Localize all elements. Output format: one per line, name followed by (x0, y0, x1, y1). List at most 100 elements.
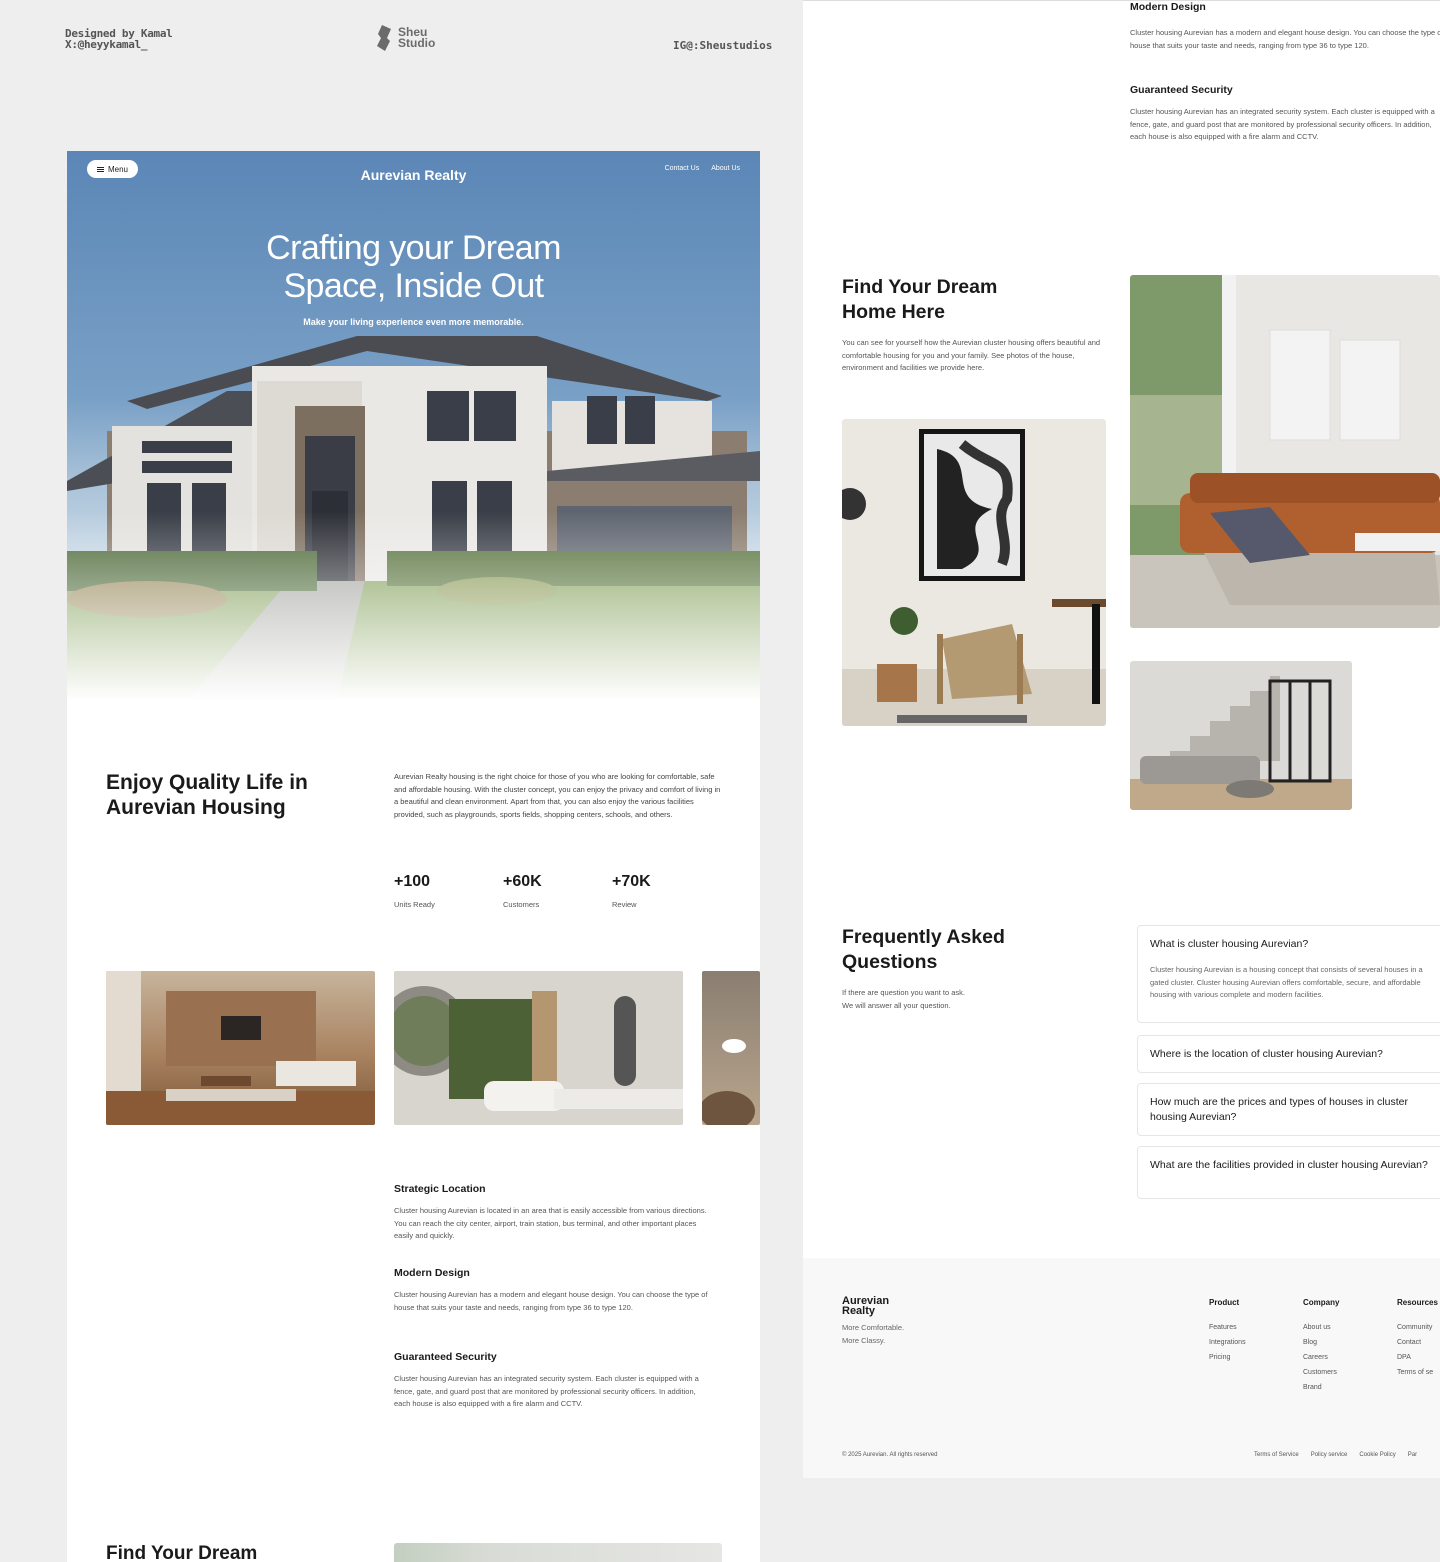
faq-heading: Frequently Asked Questions (842, 925, 1005, 975)
footer-link[interactable]: Careers (1303, 1354, 1339, 1361)
hero-subtitle: Make your living experience even more me… (303, 317, 524, 327)
dream-image-partial (394, 1543, 722, 1562)
faq-intro-line2: We will answer all your question. (842, 1000, 951, 1010)
about-heading-line2: Aurevian Housing (106, 796, 286, 819)
faq-item[interactable]: How much are the prices and types of hou… (1137, 1083, 1440, 1136)
instagram-handle: IG@:Sheustudios (673, 39, 773, 52)
feature-body: Cluster housing Aurevian has a modern an… (1130, 28, 1440, 50)
feature-guaranteed-security: Guaranteed Security Cluster housing Aure… (1130, 84, 1440, 144)
designer-x-handle: X:@heyykamal_ (65, 38, 148, 51)
feature-body: Cluster housing Aurevian has an integrat… (394, 1374, 699, 1409)
site-footer: Aurevian Realty More Comfortable. More C… (803, 1258, 1440, 1478)
feature-strategic-location: Strategic Location Cluster housing Aurev… (394, 1183, 714, 1243)
gallery-image-living-room[interactable] (106, 971, 375, 1125)
faq-question: What are the facilities provided in clus… (1150, 1159, 1428, 1171)
dream-image-chair[interactable] (842, 419, 1106, 726)
footer-link[interactable]: DPA (1397, 1354, 1438, 1361)
feature-modern-design: Modern Design Cluster housing Aurevian h… (1130, 1, 1440, 52)
dream-image-staircase[interactable] (1130, 661, 1352, 810)
footer-column-title: Resources (1397, 1298, 1438, 1307)
faq-heading-line1: Frequently Asked (842, 926, 1005, 948)
studio-name-line2: Studio (398, 36, 436, 50)
faq-item[interactable]: What are the facilities provided in clus… (1137, 1146, 1440, 1199)
footer-link[interactable]: Brand (1303, 1384, 1339, 1391)
faq-item-open[interactable]: What is cluster housing Aurevian? Cluste… (1137, 925, 1440, 1023)
legal-policy-link[interactable]: Policy service (1311, 1452, 1348, 1458)
hero-headline: Crafting your Dream Space, Inside Out (67, 229, 760, 305)
feature-modern-design: Modern Design Cluster housing Aurevian h… (394, 1267, 714, 1314)
faq-intro: If there are question you want to ask. W… (842, 987, 965, 1012)
gallery-image-lamp[interactable] (702, 971, 760, 1125)
feature-title: Modern Design (394, 1267, 470, 1279)
lamp-photo (702, 1039, 755, 1125)
stat-label: Customers (503, 900, 540, 909)
legal-partial-link[interactable]: Par (1408, 1452, 1417, 1458)
faq-intro-line1: If there are question you want to ask. (842, 988, 965, 997)
footer-legal-links: Terms of Service Policy service Cookie P… (1254, 1452, 1417, 1458)
feature-body: Cluster housing Aurevian has an integrat… (1130, 107, 1435, 142)
studio-brand: Sheu Studio (376, 24, 435, 52)
site-title: Aurevian Realty (360, 167, 467, 183)
faq-question: What is cluster housing Aurevian? (1150, 938, 1309, 950)
feature-title: Guaranteed Security (394, 1351, 497, 1363)
designer-credit: Designed by Kamal X:@heyykamal_ (65, 28, 173, 51)
footer-brand: Aurevian Realty (842, 1296, 889, 1317)
bathroom-photo (394, 986, 683, 1111)
about-body: Aurevian Realty housing is the right cho… (394, 772, 721, 819)
footer-link[interactable]: Contact (1397, 1339, 1438, 1346)
staircase-room-photo (1130, 676, 1352, 810)
footer-link[interactable]: Features (1209, 1324, 1246, 1331)
feature-body: Cluster housing Aurevian is located in a… (394, 1206, 707, 1241)
feature-guaranteed-security: Guaranteed Security Cluster housing Aure… (394, 1351, 714, 1411)
legal-cookie-link[interactable]: Cookie Policy (1359, 1452, 1395, 1458)
dream-body: You can see for yourself how the Aurevia… (842, 338, 1101, 373)
stat-value: +100 (394, 873, 431, 890)
faq-item[interactable]: Where is the location of cluster housing… (1137, 1035, 1440, 1073)
footer-column-company: Company About us Blog Careers Customers … (1303, 1298, 1339, 1391)
stat-value: +70K (612, 873, 651, 890)
footer-link[interactable]: Terms of se (1397, 1369, 1438, 1376)
footer-column-product: Product Features Integrations Pricing (1209, 1298, 1246, 1361)
footer-tagline: More Comfortable. More Classy. (842, 1322, 904, 1347)
feature-title: Guaranteed Security (1130, 84, 1233, 96)
top-nav: Contact Us About Us (665, 165, 740, 172)
faq-question: Where is the location of cluster housing… (1150, 1048, 1383, 1060)
hero-section: Menu Aurevian Realty Contact Us About Us… (67, 151, 760, 701)
sofa-room-photo (1130, 275, 1440, 628)
footer-copyright: © 2025 Aurevian. All rights reserved (842, 1452, 938, 1458)
footer-link[interactable]: Integrations (1209, 1339, 1246, 1346)
footer-link[interactable]: Community (1397, 1324, 1438, 1331)
about-heading: Enjoy Quality Life in Aurevian Housing (106, 770, 336, 820)
stat-label: Units Ready (394, 900, 435, 909)
feature-body: Cluster housing Aurevian has a modern an… (394, 1290, 708, 1312)
nav-contact-us[interactable]: Contact Us (665, 165, 700, 172)
footer-link[interactable]: Blog (1303, 1339, 1339, 1346)
living-room-photo (106, 971, 375, 1125)
website-preview-left: Menu Aurevian Realty Contact Us About Us… (67, 151, 760, 1562)
faq-heading-line2: Questions (842, 951, 938, 973)
stat-label: Review (612, 900, 637, 909)
dream-heading-line2: Home Here (842, 301, 945, 323)
faq-question: How much are the prices and types of hou… (1150, 1096, 1408, 1123)
website-preview-right: Modern Design Cluster housing Aurevian h… (803, 0, 1440, 1478)
gallery-image-bathroom[interactable] (394, 971, 683, 1125)
faq-answer: Cluster housing Aurevian is a housing co… (1150, 965, 1423, 1000)
footer-link[interactable]: Pricing (1209, 1354, 1246, 1361)
footer-column-title: Company (1303, 1298, 1340, 1307)
footer-link[interactable]: Customers (1303, 1369, 1339, 1376)
legal-terms-link[interactable]: Terms of Service (1254, 1452, 1299, 1458)
footer-link[interactable]: About us (1303, 1324, 1339, 1331)
footer-column-title: Product (1209, 1298, 1240, 1307)
stat-value: +60K (503, 873, 542, 890)
feature-title: Strategic Location (394, 1183, 486, 1195)
footer-tagline-line1: More Comfortable. (842, 1323, 905, 1332)
footer-brand-line2: Realty (842, 1305, 876, 1317)
dream-image-sofa[interactable] (1130, 275, 1440, 628)
feature-title: Modern Design (1130, 1, 1206, 13)
hero-headline-line2: Space, Inside Out (283, 267, 544, 305)
nav-about-us[interactable]: About Us (711, 165, 740, 172)
footer-tagline-line2: More Classy. (842, 1335, 886, 1345)
dream-heading-partial: Find Your Dream (106, 1543, 258, 1562)
stat-customers: +60K Customers (503, 873, 542, 909)
dream-heading: Find Your Dream Home Here (842, 275, 997, 325)
